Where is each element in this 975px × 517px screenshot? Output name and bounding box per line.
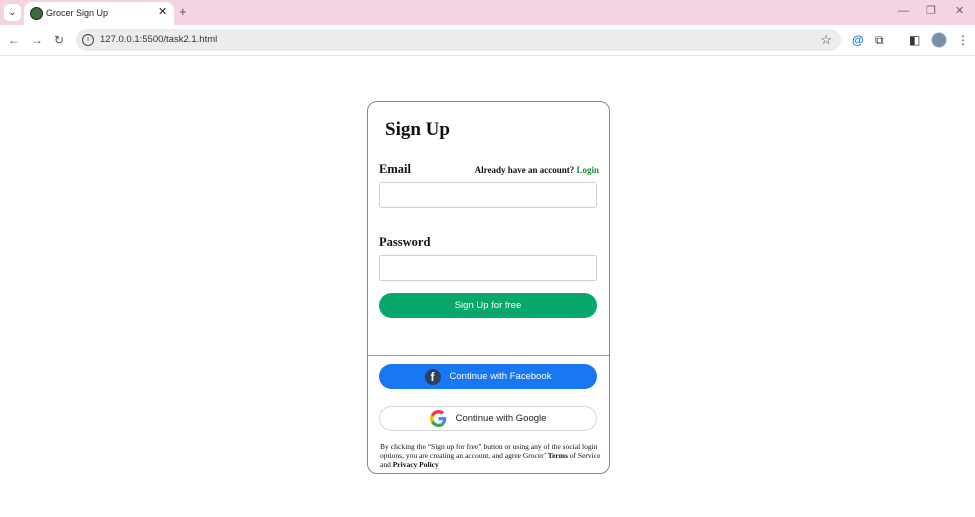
new-tab-plus-icon[interactable]: +	[179, 5, 187, 19]
tab-title: Grocer Sign Up	[46, 8, 109, 18]
facebook-button-label: Continue with Facebook	[449, 371, 552, 382]
signup-button[interactable]: Sign Up for free	[379, 293, 597, 318]
tab-close-icon[interactable]: ✕	[158, 6, 167, 18]
reload-icon[interactable]: ↻	[54, 33, 64, 47]
address-bar[interactable]: i 127.0.0.1:5500/task2.1.html ☆	[76, 29, 841, 51]
facebook-icon: f	[424, 368, 441, 385]
login-hint: Already have an account? Login	[475, 165, 599, 175]
google-login-button[interactable]: Continue with Google	[379, 406, 597, 431]
restore-icon[interactable]: ❐	[926, 5, 936, 17]
tab-search-chevron-down-icon[interactable]: ⌄	[4, 4, 21, 21]
browser-tab-strip: ⌄ Grocer Sign Up ✕ + — ❐ ✕	[0, 0, 975, 25]
facebook-login-button[interactable]: f Continue with Facebook	[379, 364, 597, 389]
browser-tab[interactable]: Grocer Sign Up ✕	[24, 2, 174, 25]
login-link[interactable]: Login	[576, 165, 599, 175]
side-panel-icon[interactable]: ◧	[909, 33, 920, 47]
privacy-policy-link[interactable]: Privacy Policy	[393, 460, 439, 469]
extensions-puzzle-icon[interactable]: ⧉	[875, 33, 884, 47]
terms-notice: By clicking the “Sign up for free” butto…	[380, 442, 602, 469]
email-label: Email	[379, 162, 411, 176]
profile-avatar[interactable]	[931, 32, 947, 48]
grocer-favicon-icon	[30, 7, 43, 20]
minimize-icon[interactable]: —	[898, 5, 909, 17]
menu-kebab-icon[interactable]: ⋮	[957, 33, 969, 47]
browser-toolbar: ← → ↻ i 127.0.0.1:5500/task2.1.html ☆ @ …	[0, 25, 975, 56]
google-icon	[429, 410, 446, 427]
forward-arrow-icon[interactable]: →	[31, 33, 43, 47]
close-window-icon[interactable]: ✕	[955, 5, 964, 17]
signup-card: Sign Up Email Already have an account? L…	[367, 101, 610, 474]
url-text[interactable]: 127.0.0.1:5500/task2.1.html	[100, 34, 217, 45]
password-label: Password	[379, 235, 431, 249]
google-button-label: Continue with Google	[455, 413, 547, 424]
at-sign-extension-icon[interactable]: @	[852, 33, 864, 47]
bookmark-star-icon[interactable]: ☆	[820, 32, 832, 47]
already-account-text: Already have an account?	[474, 165, 575, 175]
site-info-icon[interactable]: i	[82, 34, 94, 46]
terms-link[interactable]: Terms	[548, 451, 568, 460]
divider	[368, 355, 609, 356]
page-title: Sign Up	[385, 119, 450, 140]
password-field[interactable]	[379, 255, 597, 281]
back-arrow-icon[interactable]: ←	[8, 33, 20, 47]
email-field[interactable]	[379, 182, 597, 208]
